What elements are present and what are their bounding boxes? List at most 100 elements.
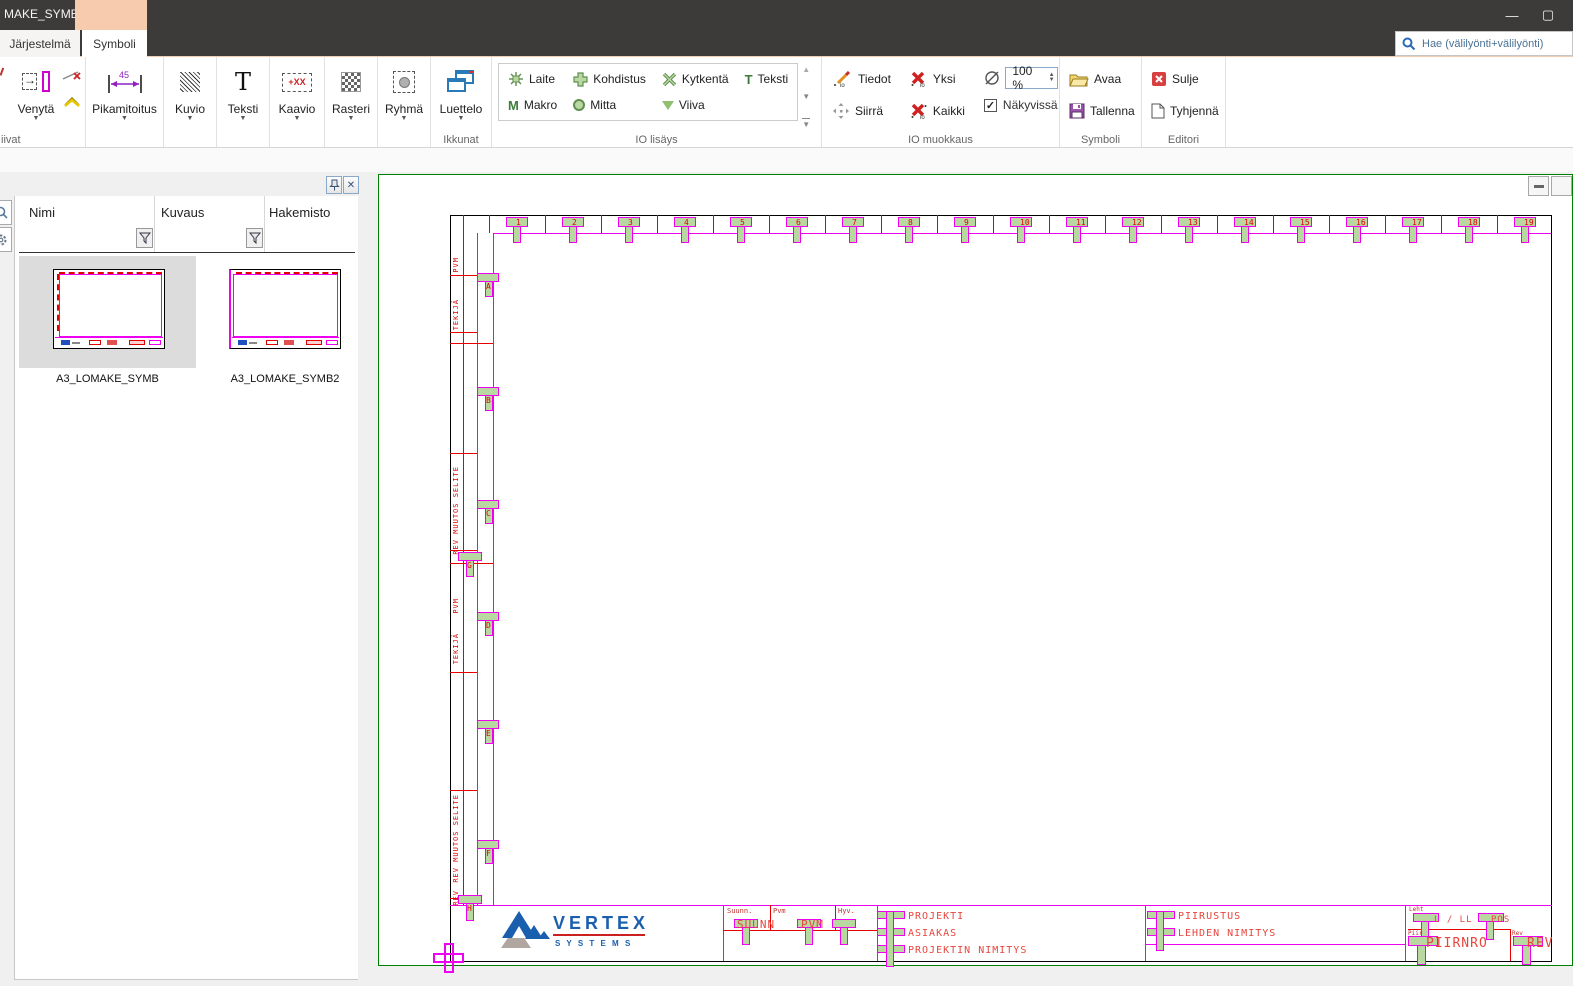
io-insert-box: Laite Kohdistus Kytkentä T Teksti M Makr… [498, 63, 798, 121]
panel-close-button[interactable]: ✕ [343, 176, 359, 194]
canvas-restore-button[interactable] [1551, 176, 1572, 196]
panel-search-button[interactable] [0, 200, 12, 225]
group-io-muokkaus: io Tiedot Siirrä io Yksi io Kaikki [822, 57, 1060, 147]
chevron-down-icon: ▼ [121, 116, 128, 122]
column-nimi[interactable]: Nimi [29, 205, 55, 220]
kohdistus-button[interactable]: Kohdistus [570, 67, 649, 91]
collapse-icon[interactable]: ▼ [802, 118, 810, 129]
drawing-canvas[interactable] [360, 172, 1573, 986]
tallenna-button[interactable]: Tallenna [1066, 99, 1138, 123]
kuvio-button[interactable]: Kuvio ▼ [166, 59, 214, 122]
scroll-down-icon[interactable]: ▼ [802, 92, 810, 101]
scroll-up-icon[interactable]: ▲ [802, 65, 810, 74]
canvas-minimize-button[interactable] [1528, 176, 1549, 196]
application-window: MAKE_SYMB... — ▢ Järjestelmä Symboli Hae… [0, 0, 1573, 986]
ribbon-tabs: Järjestelmä Symboli Hae (välilyönti+väli… [0, 30, 1573, 57]
kaavio-button[interactable]: +XX Kaavio ▼ [272, 59, 322, 122]
search-field[interactable]: Hae (välilyönti+välilyönti) [1395, 31, 1573, 56]
zoom-spinner[interactable]: 100 % ▲▼ [1005, 67, 1057, 89]
raster-icon [341, 62, 361, 102]
symbol-thumbnail-2[interactable] [229, 269, 341, 349]
spin-down-icon[interactable]: ▼ [1049, 78, 1055, 83]
kytkenta-button[interactable]: Kytkentä [659, 67, 732, 91]
quick-dimension-icon: 45 [106, 62, 144, 102]
filter-nimi-button[interactable] [136, 228, 153, 248]
tab-jarjestelma[interactable]: Järjestelmä [0, 30, 80, 57]
siirra-button[interactable]: Siirrä [830, 99, 894, 123]
active-tab-highlight [75, 0, 147, 30]
chevron-icon[interactable] [62, 96, 82, 107]
avaa-button[interactable]: Avaa [1066, 67, 1138, 91]
align-cross-icon [573, 72, 588, 87]
null-diameter-icon [984, 70, 999, 86]
minimize-icon [1534, 185, 1544, 188]
tyhjenna-button[interactable]: Tyhjennä [1148, 99, 1222, 123]
minimize-button[interactable]: — [1495, 0, 1529, 30]
group-ryhma: Ryhmä ▼ [378, 57, 431, 147]
column-kuvaus[interactable]: Kuvaus [161, 205, 204, 220]
pattern-icon [180, 62, 200, 102]
tiedot-button[interactable]: io Tiedot [830, 67, 894, 91]
filter-kuvaus-button[interactable] [246, 228, 263, 248]
text-io-icon: T [745, 72, 753, 87]
measure-icon [573, 99, 585, 111]
blank-page-icon [1151, 103, 1165, 119]
group-rasteri: Rasteri ▼ [325, 57, 378, 147]
device-icon [508, 71, 524, 87]
connection-x-icon [662, 72, 677, 87]
close-icon: ✕ [347, 180, 355, 191]
group-teksti: T Teksti ▼ [217, 57, 270, 147]
maximize-button[interactable]: ▢ [1531, 0, 1565, 30]
open-folder-icon [1069, 72, 1089, 87]
yksi-button[interactable]: io Yksi [908, 67, 968, 91]
venyta-button[interactable]: → Venytä ▼ [10, 59, 62, 122]
gear-icon [0, 233, 8, 247]
svg-text:io: io [840, 83, 845, 87]
rasteri-button[interactable]: Rasteri ▼ [327, 59, 375, 122]
titlebar: MAKE_SYMB... — ▢ [0, 0, 1573, 30]
column-hakemisto[interactable]: Hakemisto [269, 205, 330, 220]
makro-button[interactable]: M Makro [505, 93, 560, 117]
group-icon [393, 62, 415, 102]
svg-text:45: 45 [119, 70, 129, 80]
close-red-icon [1151, 71, 1167, 87]
laite-button[interactable]: Laite [505, 67, 560, 91]
sulje-button[interactable]: Sulje [1148, 67, 1222, 91]
ribbon-gap [0, 148, 1573, 172]
viiva-button[interactable]: Viiva [659, 93, 732, 117]
pin-button[interactable] [326, 176, 342, 194]
macro-icon: M [508, 98, 519, 113]
move-icon [833, 103, 850, 119]
pikamitoitus-button[interactable]: 45 Pikamitoitus ▼ [88, 59, 161, 122]
svg-text:io: io [920, 115, 925, 119]
symbol-browser-panel: ✕ Nimi Kuvaus Hakemisto [0, 172, 360, 986]
save-floppy-icon [1069, 103, 1085, 119]
nakyvissa-checkbox[interactable]: ✓ [984, 99, 997, 112]
group-luettelo: Luettelo ▼ Ikkunat [431, 57, 492, 147]
group-viivat: → Venytä ▼ iivat [0, 57, 86, 147]
svg-text:io: io [920, 83, 925, 87]
schema-icon: +XX [282, 62, 312, 102]
windows-icon [447, 62, 475, 102]
group-kuvio: Kuvio ▼ [164, 57, 217, 147]
chevron-down-icon: ▼ [33, 116, 40, 122]
edit-info-icon: io [833, 71, 853, 87]
chevron-down-icon: ▼ [294, 116, 301, 122]
symbol-table: Nimi Kuvaus Hakemisto [14, 196, 358, 980]
kaikki-button[interactable]: io Kaikki [908, 99, 968, 123]
tab-symboli[interactable]: Symboli [82, 30, 147, 57]
teksti-io-button[interactable]: T Teksti [742, 67, 792, 91]
symbol-name-2[interactable]: A3_LOMAKE_SYMB2 [201, 373, 369, 385]
chevron-down-icon: ▼ [401, 116, 408, 122]
delete-one-icon: io [911, 72, 928, 87]
symbol-thumbnail-1[interactable] [53, 269, 165, 349]
drawing-paper[interactable] [378, 174, 1573, 966]
panel-settings-button[interactable] [0, 227, 12, 252]
symbol-name-1[interactable]: A3_LOMAKE_SYMB [19, 373, 196, 385]
funnel-icon [249, 232, 261, 244]
mitta-button[interactable]: Mitta [570, 93, 649, 117]
teksti-button[interactable]: T Teksti ▼ [219, 59, 267, 122]
ryhma-button[interactable]: Ryhmä ▼ [380, 59, 428, 122]
trim-line-icon[interactable] [62, 69, 82, 82]
luettelo-button[interactable]: Luettelo ▼ [433, 59, 489, 122]
